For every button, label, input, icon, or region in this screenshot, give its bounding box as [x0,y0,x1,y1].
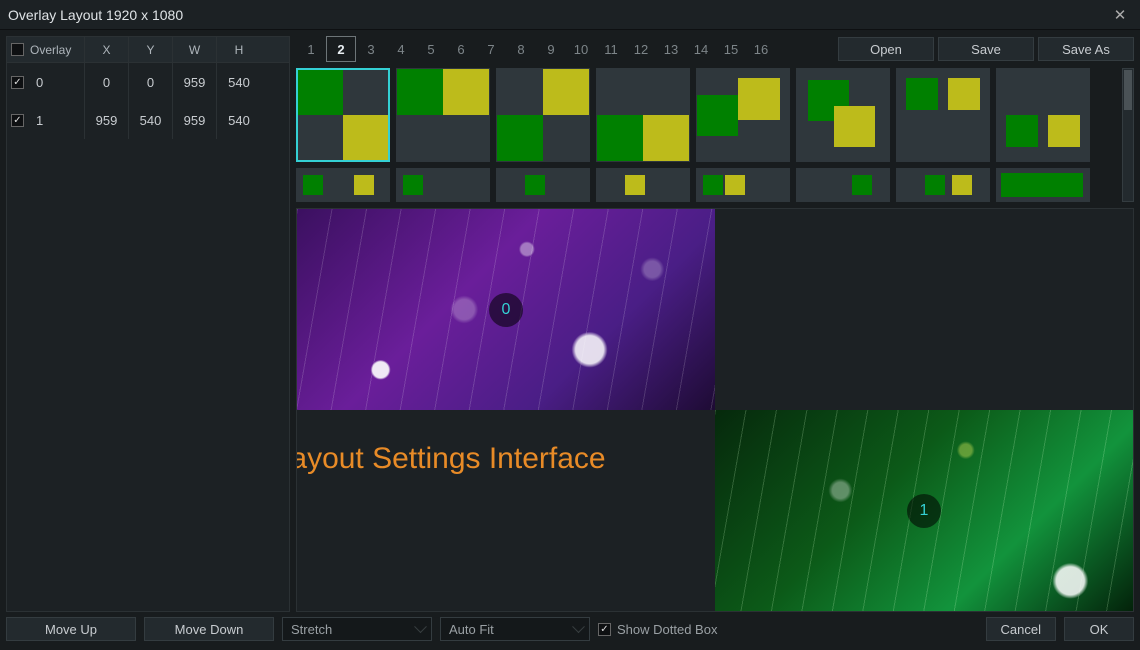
layout-thumb[interactable] [896,168,990,202]
layout-thumb[interactable] [796,168,890,202]
tab-11[interactable]: 11 [596,36,626,62]
layout-thumb[interactable] [996,168,1090,202]
tab-10[interactable]: 10 [566,36,596,62]
layout-thumb[interactable] [396,68,490,162]
layout-thumb[interactable] [396,168,490,202]
layout-thumb[interactable] [496,168,590,202]
close-icon[interactable]: ✕ [1108,6,1132,24]
layout-thumb[interactable] [296,168,390,202]
tab-14[interactable]: 14 [686,36,716,62]
overlay-header-checkbox[interactable] [11,43,24,56]
row-w: 959 [173,101,217,139]
scale-mode-select[interactable]: Stretch [282,617,432,641]
overlay-table-header: Overlay X Y W H [7,37,289,63]
show-dotted-label: Show Dotted Box [617,622,717,637]
tab-2[interactable]: 2 [326,36,356,62]
layout-thumb[interactable] [696,68,790,162]
layout-thumb[interactable] [496,68,590,162]
show-dotted-checkbox[interactable]: ✓ [598,623,611,636]
layout-tabs: 12345678910111213141516 [296,36,834,62]
region-badge: 0 [489,293,523,327]
overlay-table: Overlay X Y W H ✓000959540✓1959540959540 [6,36,290,612]
ok-button[interactable]: OK [1064,617,1134,641]
row-y: 540 [129,101,173,139]
tab-7[interactable]: 7 [476,36,506,62]
layout-thumb[interactable] [296,68,390,162]
tab-5[interactable]: 5 [416,36,446,62]
tab-16[interactable]: 16 [746,36,776,62]
tab-6[interactable]: 6 [446,36,476,62]
preview-region[interactable]: 1 [715,410,1133,611]
table-row[interactable]: ✓1959540959540 [7,101,289,139]
layout-thumb[interactable] [696,168,790,202]
save-button[interactable]: Save [938,37,1034,61]
preview-area[interactable]: 01 Overlay Layout Settings Interface [296,208,1134,612]
row-y: 0 [129,63,173,101]
col-y-header[interactable]: Y [129,37,173,62]
tab-15[interactable]: 15 [716,36,746,62]
tab-3[interactable]: 3 [356,36,386,62]
row-id: 0 [36,75,43,90]
table-row[interactable]: ✓000959540 [7,63,289,101]
layout-thumb[interactable] [996,68,1090,162]
window-title: Overlay Layout 1920 x 1080 [8,7,1108,23]
cancel-button[interactable]: Cancel [986,617,1056,641]
row-checkbox[interactable]: ✓ [11,76,24,89]
row-h: 540 [217,101,261,139]
overlay-header-label: Overlay [30,43,71,57]
titlebar: Overlay Layout 1920 x 1080 ✕ [0,0,1140,30]
row-x: 0 [85,63,129,101]
tab-13[interactable]: 13 [656,36,686,62]
layout-thumb[interactable] [896,68,990,162]
col-w-header[interactable]: W [173,37,217,62]
move-down-button[interactable]: Move Down [144,617,274,641]
layout-thumb[interactable] [596,168,690,202]
layout-thumb[interactable] [596,68,690,162]
col-x-header[interactable]: X [85,37,129,62]
fit-mode-select[interactable]: Auto Fit [440,617,590,641]
row-checkbox[interactable]: ✓ [11,114,24,127]
tab-1[interactable]: 1 [296,36,326,62]
thumbs-scrollbar[interactable] [1122,68,1134,202]
row-h: 540 [217,63,261,101]
layout-thumb[interactable] [796,68,890,162]
row-w: 959 [173,63,217,101]
row-x: 959 [85,101,129,139]
col-h-header[interactable]: H [217,37,261,62]
move-up-button[interactable]: Move Up [6,617,136,641]
save-as-button[interactable]: Save As [1038,37,1134,61]
open-button[interactable]: Open [838,37,934,61]
tab-12[interactable]: 12 [626,36,656,62]
tab-9[interactable]: 9 [536,36,566,62]
tab-8[interactable]: 8 [506,36,536,62]
region-badge: 1 [907,494,941,528]
tab-4[interactable]: 4 [386,36,416,62]
preview-region[interactable]: 0 [297,209,715,410]
row-id: 1 [36,113,43,128]
